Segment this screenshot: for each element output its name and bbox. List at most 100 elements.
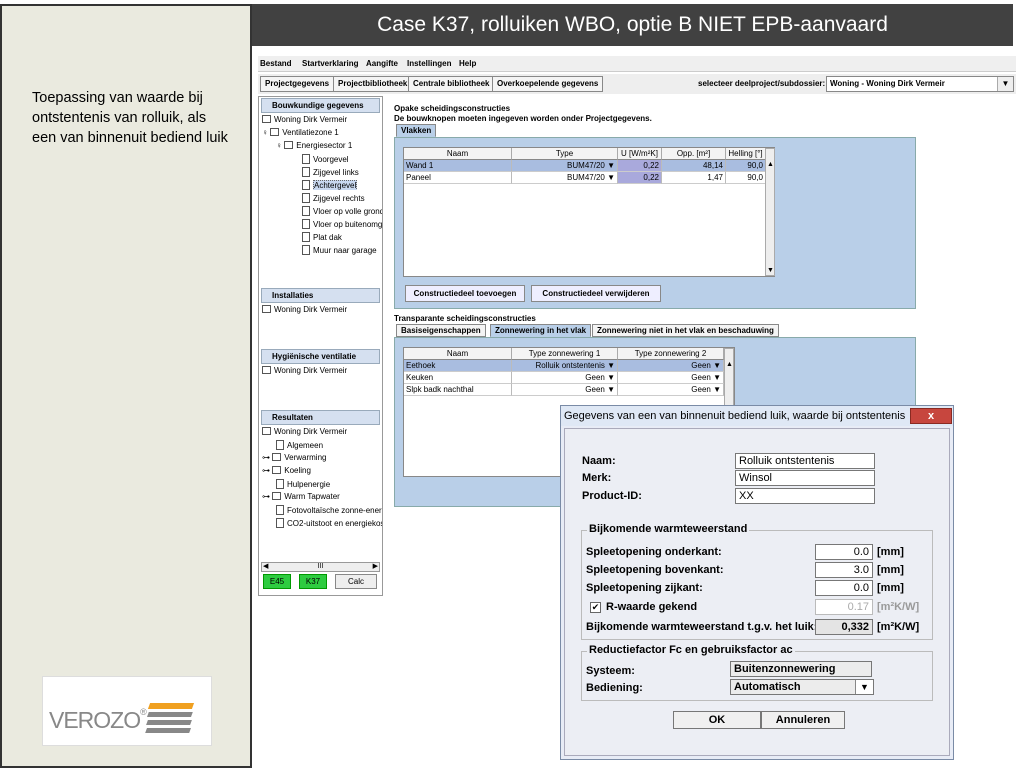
- table-cell-zonnewering-2[interactable]: Geen ▼: [618, 384, 724, 396]
- column-header-zonnewering-2[interactable]: Type zonnewering 2: [618, 348, 724, 360]
- k37-button[interactable]: K37: [299, 574, 327, 589]
- column-header-opp[interactable]: Opp. [m²]: [662, 148, 726, 160]
- tab-vlakken[interactable]: Vlakken: [396, 124, 437, 137]
- dropdown-arrow-icon[interactable]: ▼: [713, 373, 721, 382]
- tree-item-co2-uitstoot[interactable]: CO2-uitstoot en energiekost: [276, 518, 382, 528]
- tree-item-energiesector[interactable]: ♀ Energiesector 1: [276, 141, 352, 150]
- expand-icon[interactable]: ⊶: [262, 453, 272, 462]
- rwaarde-field[interactable]: 0.17: [815, 599, 873, 615]
- naam-field[interactable]: Rolluik ontstentenis: [735, 453, 875, 469]
- tab-zonnewering-niet-in-vlak[interactable]: Zonnewering niet in het vlak en beschadu…: [592, 324, 779, 337]
- table-cell-naam[interactable]: Slpk badk nachthal: [404, 384, 512, 396]
- menu-bestand[interactable]: Bestand: [260, 59, 292, 68]
- tree-item-muur-garage[interactable]: Muur naar garage: [302, 245, 382, 255]
- header-installaties[interactable]: Installaties: [261, 288, 380, 303]
- table-cell-type[interactable]: BUM47/20 ▼: [512, 172, 618, 184]
- ok-button[interactable]: OK: [673, 711, 761, 729]
- table-cell-naam[interactable]: Wand 1: [404, 160, 512, 172]
- table-cell-u[interactable]: 0,22: [618, 172, 662, 184]
- rwaarde-checkbox[interactable]: ✔: [590, 602, 601, 613]
- table-cell-naam[interactable]: Keuken: [404, 372, 512, 384]
- product-id-field[interactable]: XX: [735, 488, 875, 504]
- dropdown-arrow-icon[interactable]: ▼: [607, 173, 615, 182]
- scroll-up-icon[interactable]: ▲: [767, 161, 774, 168]
- tree-item-verwarming[interactable]: ⊶ Verwarming: [262, 453, 326, 462]
- expand-icon[interactable]: ♀: [276, 141, 284, 150]
- tree-horizontal-scrollbar[interactable]: ◀ III ▶: [261, 562, 380, 572]
- column-header-u[interactable]: U [W/m²K]: [618, 148, 662, 160]
- tree-item-plat-dak[interactable]: Plat dak: [302, 232, 342, 242]
- project-select[interactable]: Woning - Woning Dirk Vermeir ▼: [826, 76, 1014, 92]
- tab-zonnewering-in-vlak[interactable]: Zonnewering in het vlak: [490, 324, 592, 337]
- table-cell-helling[interactable]: 90,0: [726, 172, 766, 184]
- tree-item-vloer-buitenomgeving[interactable]: Vloer op buitenomgeving: [302, 219, 382, 229]
- bovenkant-field[interactable]: 3.0: [815, 562, 873, 578]
- tab-projectbibliotheek[interactable]: Projectbibliotheek: [333, 76, 413, 92]
- table-cell-zonnewering-1[interactable]: Geen ▼: [512, 372, 618, 384]
- table-cell-helling[interactable]: 90,0: [726, 160, 766, 172]
- dropdown-arrow-icon[interactable]: ▼: [713, 361, 721, 370]
- dropdown-arrow-icon[interactable]: ▼: [607, 385, 615, 394]
- menu-startverklaring[interactable]: Startverklaring: [302, 59, 358, 68]
- tree-item-achtergevel[interactable]: Achtergevel: [302, 180, 358, 190]
- header-hygienische-ventilatie[interactable]: Hygiënische ventilatie: [261, 349, 380, 364]
- table-cell-zonnewering-2[interactable]: Geen ▼: [618, 360, 724, 372]
- tree-item-warm-tapwater[interactable]: ⊶ Warm Tapwater: [262, 492, 340, 501]
- header-bouwkundige-gegevens[interactable]: Bouwkundige gegevens: [261, 98, 380, 113]
- table-cell-zonnewering-1[interactable]: Geen ▼: [512, 384, 618, 396]
- tree-item-fotovoltaisch[interactable]: Fotovoltaïsche zonne-energie: [276, 505, 382, 515]
- add-construction-button[interactable]: Constructiedeel toevoegen: [405, 285, 525, 302]
- bediening-select[interactable]: Automatisch ▼: [730, 679, 874, 695]
- tree-item-voorgevel[interactable]: Voorgevel: [302, 154, 349, 164]
- table-cell-naam[interactable]: Eethoek: [404, 360, 512, 372]
- scroll-up-icon[interactable]: ▲: [726, 361, 733, 368]
- zijkant-field[interactable]: 0.0: [815, 580, 873, 596]
- onderkant-field[interactable]: 0.0: [815, 544, 873, 560]
- tree-item-woning[interactable]: Woning Dirk Vermeir: [262, 115, 347, 124]
- expand-icon[interactable]: ♀: [262, 128, 270, 137]
- table-cell-opp[interactable]: 1,47: [662, 172, 726, 184]
- column-header-helling[interactable]: Helling [°]: [726, 148, 766, 160]
- tree-item-resultaten-woning[interactable]: Woning Dirk Vermeir: [262, 427, 347, 436]
- table-cell-u[interactable]: 0,22: [618, 160, 662, 172]
- calc-button[interactable]: Calc: [335, 574, 377, 589]
- column-header-zonnewering-1[interactable]: Type zonnewering 1: [512, 348, 618, 360]
- table-cell-opp[interactable]: 48,14: [662, 160, 726, 172]
- column-header-naam[interactable]: Naam: [404, 348, 512, 360]
- dropdown-arrow-icon[interactable]: ▼: [607, 161, 615, 170]
- tab-basiseigenschappen[interactable]: Basiseigenschappen: [396, 324, 486, 337]
- expand-icon[interactable]: ⊶: [262, 492, 272, 501]
- remove-construction-button[interactable]: Constructiedeel verwijderen: [531, 285, 661, 302]
- tree-item-algemeen[interactable]: Algemeen: [276, 440, 323, 450]
- expand-icon[interactable]: ⊶: [262, 466, 272, 475]
- scroll-left-icon[interactable]: ◀: [263, 563, 268, 571]
- dropdown-arrow-icon[interactable]: ▼: [713, 385, 721, 394]
- header-resultaten[interactable]: Resultaten: [261, 410, 380, 425]
- tree-item-zijgevel-rechts[interactable]: Zijgevel rechts: [302, 193, 365, 203]
- menu-aangifte[interactable]: Aangifte: [366, 59, 398, 68]
- chevron-down-icon[interactable]: ▼: [997, 77, 1013, 91]
- tree-item-vloer-volle-grond[interactable]: Vloer op volle grond: [302, 206, 382, 216]
- scroll-thumb[interactable]: III: [318, 563, 324, 570]
- dropdown-arrow-icon[interactable]: ▼: [607, 373, 615, 382]
- menu-instellingen[interactable]: Instellingen: [407, 59, 451, 68]
- table-cell-naam[interactable]: Paneel: [404, 172, 512, 184]
- dropdown-arrow-icon[interactable]: ▼: [607, 361, 615, 370]
- table-cell-type[interactable]: BUM47/20 ▼: [512, 160, 618, 172]
- tree-item-installaties-woning[interactable]: Woning Dirk Vermeir: [262, 305, 347, 314]
- e45-button[interactable]: E45: [263, 574, 291, 589]
- cancel-button[interactable]: Annuleren: [761, 711, 845, 729]
- table-vertical-scrollbar[interactable]: ▲: [724, 348, 734, 408]
- tree-item-hulpenergie[interactable]: Hulpenergie: [276, 479, 330, 489]
- tab-projectgegevens[interactable]: Projectgegevens: [260, 76, 335, 92]
- chevron-down-icon[interactable]: ▼: [855, 680, 873, 694]
- table-cell-zonnewering-2[interactable]: Geen ▼: [618, 372, 724, 384]
- merk-field[interactable]: Winsol: [735, 470, 875, 486]
- table-vertical-scrollbar[interactable]: ▲ ▼: [765, 148, 775, 276]
- tree-item-koeling[interactable]: ⊶ Koeling: [262, 466, 311, 475]
- table-cell-zonnewering-1[interactable]: Rolluik ontstentenis ▼: [512, 360, 618, 372]
- tab-centrale-bibliotheek[interactable]: Centrale bibliotheek: [408, 76, 495, 92]
- scroll-down-icon[interactable]: ▼: [767, 267, 774, 274]
- column-header-type[interactable]: Type: [512, 148, 618, 160]
- tree-item-ventilatie-woning[interactable]: Woning Dirk Vermeir: [262, 366, 347, 375]
